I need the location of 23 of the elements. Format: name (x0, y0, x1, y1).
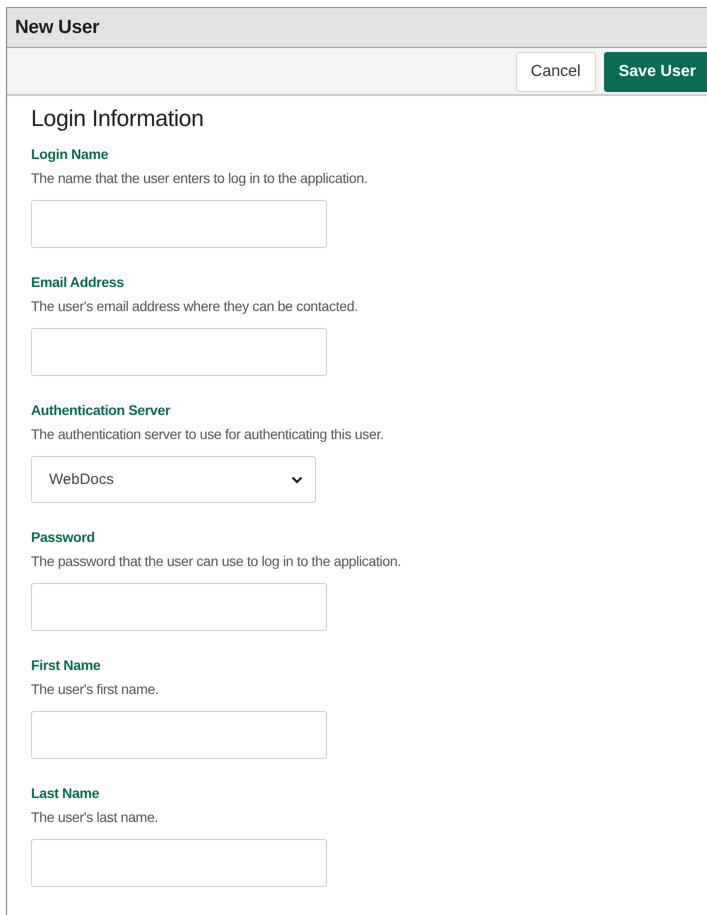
save-button[interactable]: Save User (604, 52, 707, 92)
field-description: The authentication server to use for authenticating this user. (31, 425, 385, 443)
field-label: Authentication Server (31, 402, 172, 419)
window-title: New User (7, 8, 707, 48)
field-description: The password that the user can use to log in to the application. (31, 552, 402, 570)
field-label: Email Address (31, 274, 125, 291)
field-description: The name that the user enters to log in to the application. (31, 169, 368, 187)
text-field[interactable] (31, 839, 327, 887)
field-label: Password (31, 529, 96, 546)
text-field[interactable] (31, 200, 327, 248)
field-description: The user's last name. (31, 808, 160, 826)
text-field[interactable] (31, 583, 327, 631)
field-label: First Name (31, 657, 102, 674)
cancel-button[interactable]: Cancel (516, 52, 596, 92)
field-label: Login Name (31, 146, 110, 163)
text-field[interactable] (31, 328, 327, 376)
field-description: The user's email address where they can be contacted. (31, 297, 359, 315)
section-heading: Login Information (31, 104, 205, 132)
field-description: The user's first name. (31, 680, 160, 698)
chevron-down-icon (291, 476, 303, 484)
dropdown[interactable]: WebDocs (31, 456, 316, 503)
text-field[interactable] (31, 711, 327, 759)
field-label: Last Name (31, 785, 100, 802)
